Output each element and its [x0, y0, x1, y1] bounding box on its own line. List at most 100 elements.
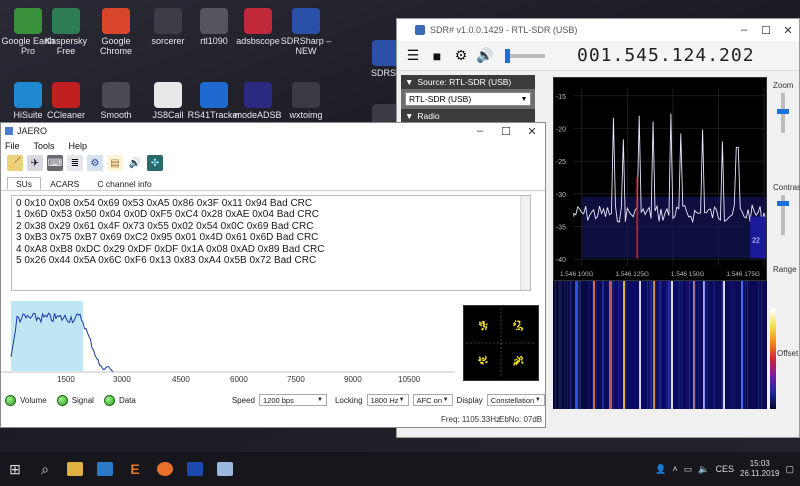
volume-slider[interactable]	[505, 48, 545, 63]
ccleaner-icon	[52, 82, 80, 108]
range-value: 22	[752, 237, 760, 244]
volume-icon[interactable]: 🔈	[698, 464, 709, 475]
chevron-down-icon: ▼	[317, 397, 323, 403]
fft-tick: 3000	[113, 375, 131, 384]
close-button[interactable]: ✕	[519, 125, 545, 138]
jaero-status-row: Volume Signal Data Speed 1200 bps ▼ Locki…	[5, 391, 545, 409]
db-tick: -40	[556, 257, 566, 264]
file-explorer-icon[interactable]	[60, 454, 90, 484]
desktop-shortcut[interactable]: SDRSharp – NEW	[278, 8, 334, 56]
zoom-slider[interactable]	[777, 93, 789, 133]
minimize-button[interactable]: –	[467, 125, 493, 138]
tab-c-channel-info[interactable]: C channel info	[88, 177, 160, 190]
system-tray: 👤 ˄ ▭ 🔈 CES 15:03 26.11.2019 ▢	[655, 459, 800, 479]
jaero-toolbar: 🧹 ✈ ⌨ ≣ ⚙ ▤ 🔊 ✣	[1, 153, 545, 173]
clock-date: 26.11.2019	[740, 469, 780, 478]
log-row: 3 0xB3 0x75 0xB7 0x69 0xC2 0x95 0x01 0x4…	[16, 232, 319, 244]
store-icon[interactable]	[90, 454, 120, 484]
gear-icon[interactable]: ⚙	[453, 47, 469, 64]
list-icon[interactable]: ≣	[67, 155, 83, 171]
stop-icon[interactable]: ■	[429, 48, 445, 64]
log-row: 0 0x10 0x08 0x54 0x69 0x53 0xA5 0x86 0x3…	[16, 198, 313, 209]
tab-sus[interactable]: SUs	[7, 177, 42, 190]
tab-acars[interactable]: ACARS	[41, 177, 88, 190]
language-indicator[interactable]: CES	[716, 464, 735, 474]
close-button[interactable]: ✕	[777, 24, 799, 37]
signal-label: Signal	[71, 395, 94, 405]
menu-icon[interactable]: ☰	[405, 47, 421, 64]
chevron-down-icon: ▼	[398, 397, 405, 403]
collapse-icon: ▼	[405, 111, 414, 121]
constellation-display	[463, 305, 539, 381]
radar-icon	[200, 8, 228, 34]
waterfall-display[interactable]	[553, 281, 767, 409]
maximize-button[interactable]: ☐	[755, 24, 777, 37]
sdr-right-controls: Zoom Contrast Range Offset	[769, 77, 800, 417]
frequency-display[interactable]: 001.545.124.202	[577, 45, 755, 66]
jaero-menubar: File Tools Help	[1, 139, 545, 153]
sdr-toolbar: ☰ ■ ⚙ 🔊 001.545.124.202	[397, 41, 799, 71]
people-icon[interactable]: 👤	[655, 464, 666, 475]
speaker-icon[interactable]: 🔊	[127, 155, 143, 171]
jaero-tabs: SUs ACARS C channel info	[1, 177, 545, 191]
desktop-shortcut[interactable]: Smooth	[88, 82, 144, 120]
desktop-shortcut-label: CCleaner	[46, 110, 86, 120]
radio-section-header[interactable]: ▼ Radio	[401, 109, 535, 123]
locking-select[interactable]: 1800 Hz ▼	[366, 394, 409, 406]
speed-select[interactable]: 1200 bps ▼	[258, 394, 327, 406]
document-icon[interactable]: ▤	[107, 155, 123, 171]
source-select[interactable]: RTL-SDR (USB) ▼	[405, 92, 531, 106]
keyboard-icon[interactable]: ⌨	[47, 155, 63, 171]
afc-select[interactable]: AFC on ▼	[412, 394, 453, 406]
notifications-icon[interactable]: ▢	[785, 464, 794, 475]
sdrsharp-taskbar-icon[interactable]	[180, 454, 210, 484]
speaker-icon[interactable]: 🔊	[476, 47, 493, 64]
su-log-output[interactable]: 0 0x10 0x08 0x54 0x69 0x53 0xA5 0x86 0x3…	[11, 195, 531, 291]
desktop-shortcut[interactable]: CCleaner	[38, 82, 94, 120]
constellation-icon[interactable]: ✣	[147, 155, 163, 171]
jaero-window: JAERO – ☐ ✕ File Tools Help 🧹 ✈ ⌨ ≣ ⚙ ▤ …	[0, 122, 546, 428]
menu-file[interactable]: File	[5, 141, 20, 151]
app-icon	[102, 82, 130, 108]
chevron-down-icon: ▼	[442, 397, 449, 403]
fft-tick: 9000	[344, 375, 362, 384]
menu-tools[interactable]: Tools	[34, 141, 55, 151]
range-label: Range	[773, 265, 797, 274]
start-windows-icon[interactable]: ⊞	[0, 454, 30, 484]
jaero-title: JAERO	[17, 126, 48, 136]
log-scrollbar[interactable]	[520, 196, 530, 290]
plane-icon	[244, 82, 272, 108]
data-label: Data	[118, 395, 136, 405]
plane-icon[interactable]: ✈	[27, 155, 43, 171]
menu-help[interactable]: Help	[69, 141, 88, 151]
broom-icon[interactable]: 🧹	[7, 155, 23, 171]
search-icon[interactable]: ⌕	[30, 454, 60, 484]
audio-spectrum-plot[interactable]	[1, 299, 455, 373]
clock[interactable]: 15:03 26.11.2019	[740, 459, 779, 479]
db-tick: -35	[556, 225, 566, 232]
jaero-taskbar-icon[interactable]	[210, 454, 240, 484]
zoom-label: Zoom	[773, 81, 794, 90]
jaero-titlebar: JAERO – ☐ ✕	[1, 123, 545, 139]
settings-icon[interactable]: ⚙	[87, 155, 103, 171]
desktop-shortcut[interactable]: wxtoimg	[278, 82, 334, 120]
source-section-header[interactable]: ▼ Source: RTL-SDR (USB)	[401, 75, 535, 89]
signal-led-icon	[56, 394, 68, 406]
desktop-shortcut[interactable]: Google Chrome	[88, 8, 144, 56]
edge-icon[interactable]: E	[120, 454, 150, 484]
maximize-button[interactable]: ☐	[493, 125, 519, 138]
minimize-button[interactable]: –	[733, 24, 755, 37]
chevron-down-icon: ▼	[534, 397, 541, 403]
firefox-icon[interactable]	[150, 454, 180, 484]
freq-tick: 1.546 100G	[560, 271, 594, 278]
display-select[interactable]: Constellation ▼	[486, 394, 545, 406]
jaero-app-icon	[5, 127, 13, 135]
network-icon[interactable]: ▭	[684, 464, 693, 475]
log-row: 4 0xA8 0xB8 0xDC 0x29 0xDF 0xDF 0x1A 0x0…	[16, 243, 325, 255]
contrast-slider[interactable]	[777, 195, 789, 235]
spectrum-analyzer[interactable]: -15 -20 -25 -30 -35 -40 1.546 100G 1.546 125G 1…	[553, 77, 767, 281]
ebno-status: EbNo: 07dB	[499, 415, 543, 424]
fft-tick: 6000	[230, 375, 248, 384]
chevron-up-icon[interactable]: ˄	[673, 464, 678, 474]
desktop-shortcut[interactable]: Kaspersky Free	[38, 8, 94, 56]
